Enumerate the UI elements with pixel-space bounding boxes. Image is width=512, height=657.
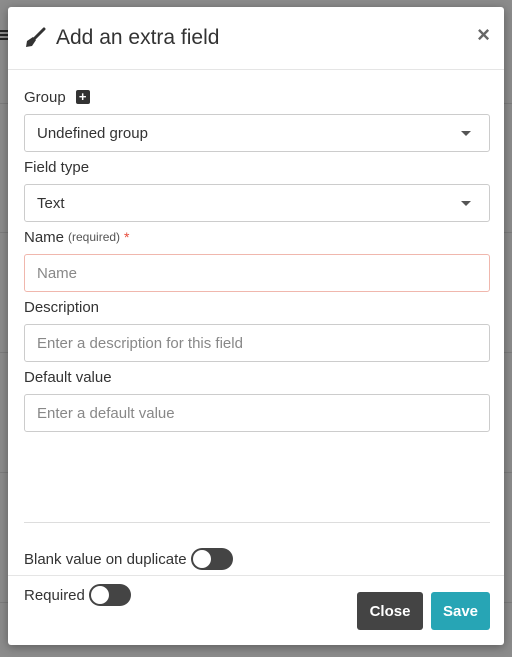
modal-title: Add an extra field xyxy=(56,26,220,49)
close-button[interactable]: Close xyxy=(357,592,423,630)
chevron-down-icon xyxy=(461,131,471,136)
default-value-input[interactable]: Enter a default value xyxy=(24,394,490,432)
close-icon[interactable]: × xyxy=(477,23,490,47)
default-value-label: Default value xyxy=(24,366,490,388)
chevron-down-icon xyxy=(461,201,471,206)
description-placeholder: Enter a description for this field xyxy=(37,334,243,352)
modal-body: Group + Undefined group Field type Text … xyxy=(8,70,504,606)
brush-icon xyxy=(24,26,48,50)
default-value-label-text: Default value xyxy=(24,368,112,386)
toggle-knob xyxy=(192,550,211,568)
save-button[interactable]: Save xyxy=(431,592,490,630)
field-type-select[interactable]: Text xyxy=(24,184,490,222)
modal-header: Add an extra field × xyxy=(8,7,504,70)
field-type-selected-value: Text xyxy=(37,194,65,212)
background-menu-icon xyxy=(0,30,8,42)
name-placeholder: Name xyxy=(37,264,78,282)
modal-footer: Close Save xyxy=(8,575,504,645)
name-label: Name xyxy=(24,228,65,246)
group-select[interactable]: Undefined group xyxy=(24,114,490,152)
group-label-row: Group + xyxy=(24,86,490,108)
field-type-label-text: Field type xyxy=(24,158,90,176)
group-selected-value: Undefined group xyxy=(37,124,148,142)
add-group-icon[interactable]: + xyxy=(75,90,90,104)
section-divider xyxy=(24,522,490,523)
description-label-text: Description xyxy=(24,298,100,316)
field-type-label: Field type xyxy=(24,156,490,178)
name-input[interactable]: Name xyxy=(24,254,490,292)
blank-on-duplicate-label: Blank value on duplicate xyxy=(24,550,187,568)
default-value-placeholder: Enter a default value xyxy=(37,404,175,422)
description-label: Description xyxy=(24,296,490,318)
blank-on-duplicate-toggle[interactable] xyxy=(190,548,233,570)
name-required-hint: (required) xyxy=(68,230,121,244)
group-label: Group xyxy=(24,88,66,106)
description-input[interactable]: Enter a description for this field xyxy=(24,324,490,362)
required-asterisk: * xyxy=(124,229,130,245)
name-label-row: Name (required) * xyxy=(24,226,490,248)
blank-on-duplicate-row: Blank value on duplicate xyxy=(24,548,233,570)
add-extra-field-modal: Add an extra field × Group + Undefined g… xyxy=(8,7,504,645)
